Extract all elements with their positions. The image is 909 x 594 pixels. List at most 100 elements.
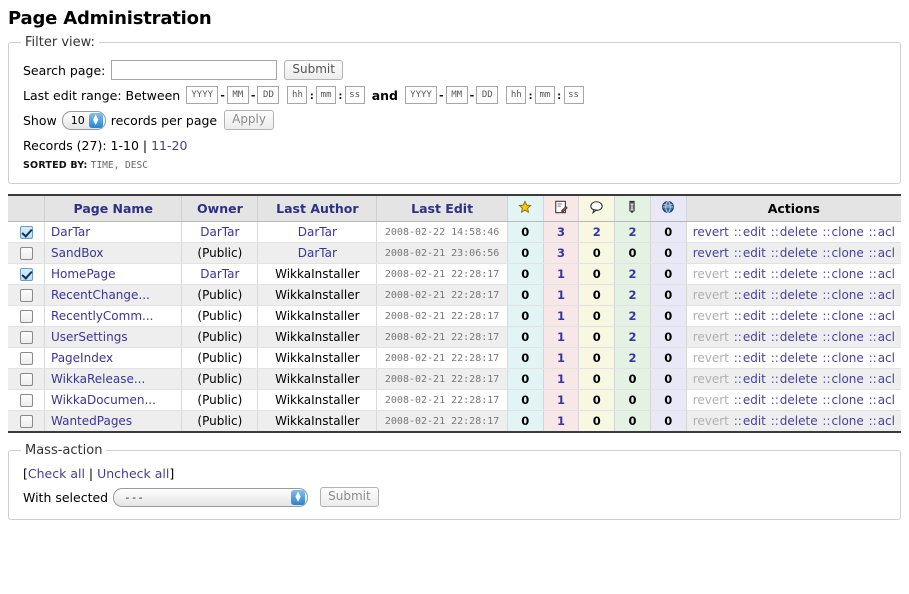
revert-link[interactable]: revert	[693, 246, 729, 260]
delete-link[interactable]: delete	[780, 414, 818, 428]
uncheck-all-link[interactable]: Uncheck all	[97, 466, 169, 481]
page-name-link[interactable]: RecentChange...	[51, 288, 150, 302]
header-owner[interactable]: Owner	[181, 195, 259, 222]
delete-link[interactable]: delete	[780, 393, 818, 407]
range-end-minute-input[interactable]	[534, 86, 555, 104]
delete-link[interactable]: delete	[780, 288, 818, 302]
page-name-link[interactable]: HomePage	[51, 267, 116, 281]
page-name-link[interactable]: WikkaDocumen...	[51, 393, 156, 407]
count-value[interactable]: 3	[557, 225, 565, 239]
edit-link[interactable]: edit	[743, 393, 766, 407]
acl-link[interactable]: acl	[878, 330, 895, 344]
edit-link[interactable]: edit	[743, 267, 766, 281]
clone-link[interactable]: clone	[832, 288, 864, 302]
revert-link[interactable]: revert	[693, 225, 729, 239]
page-name-link[interactable]: DarTar	[51, 225, 90, 239]
row-select-checkbox[interactable]	[19, 310, 33, 323]
range-end-second-input[interactable]	[563, 86, 584, 104]
clone-link[interactable]: clone	[832, 393, 864, 407]
clone-link[interactable]: clone	[832, 414, 864, 428]
range-start-hour-input[interactable]	[287, 86, 308, 104]
clone-link[interactable]: clone	[832, 267, 864, 281]
header-revisions-column[interactable]	[543, 195, 580, 222]
delete-link[interactable]: delete	[780, 225, 818, 239]
count-value[interactable]: 2	[628, 267, 636, 281]
row-select-checkbox[interactable]	[19, 226, 33, 239]
count-value[interactable]: 2	[628, 330, 636, 344]
header-last-author[interactable]: Last Author	[257, 195, 378, 222]
range-start-second-input[interactable]	[344, 86, 365, 104]
header-referrers-column[interactable]	[614, 195, 651, 222]
delete-link[interactable]: delete	[780, 330, 818, 344]
header-page-name[interactable]: Page Name	[44, 195, 183, 222]
clone-link[interactable]: clone	[832, 309, 864, 323]
range-end-year-input[interactable]	[405, 86, 438, 104]
count-value[interactable]: 1	[557, 267, 565, 281]
page-name-link[interactable]: WantedPages	[51, 414, 132, 428]
count-value[interactable]: 2	[628, 351, 636, 365]
range-start-day-input[interactable]	[257, 86, 280, 104]
count-value[interactable]: 2	[593, 225, 601, 239]
apply-button[interactable]: Apply	[224, 110, 274, 130]
check-all-link[interactable]: Check all	[28, 466, 85, 481]
records-page-next-link[interactable]: 11-20	[151, 138, 187, 153]
search-submit-button[interactable]: Submit	[284, 60, 343, 80]
range-start-year-input[interactable]	[186, 86, 219, 104]
acl-link[interactable]: acl	[878, 288, 895, 302]
count-value[interactable]: 1	[557, 330, 565, 344]
range-start-month-input[interactable]	[226, 86, 249, 104]
clone-link[interactable]: clone	[832, 351, 864, 365]
page-name-link[interactable]: SandBox	[51, 246, 104, 260]
row-select-checkbox[interactable]	[19, 352, 33, 365]
acl-link[interactable]: acl	[878, 309, 895, 323]
count-value[interactable]: 1	[557, 309, 565, 323]
owner-value[interactable]: DarTar	[200, 267, 239, 281]
acl-link[interactable]: acl	[878, 414, 895, 428]
row-select-checkbox[interactable]	[19, 331, 33, 344]
page-name-link[interactable]: WikkaRelease...	[51, 372, 145, 386]
mass-action-submit-button[interactable]: Submit	[320, 487, 379, 507]
row-select-checkbox[interactable]	[19, 289, 33, 302]
count-value[interactable]: 3	[557, 246, 565, 260]
acl-link[interactable]: acl	[878, 225, 895, 239]
range-end-month-input[interactable]	[445, 86, 468, 104]
page-name-link[interactable]: PageIndex	[51, 351, 113, 365]
acl-link[interactable]: acl	[878, 267, 895, 281]
header-star-column[interactable]	[507, 195, 544, 222]
count-value[interactable]: 1	[557, 372, 565, 386]
row-select-checkbox[interactable]	[19, 268, 33, 281]
count-value[interactable]: 1	[557, 414, 565, 428]
with-selected-select[interactable]: --- ▲ ▼	[113, 487, 309, 507]
delete-link[interactable]: delete	[780, 267, 818, 281]
range-end-hour-input[interactable]	[506, 86, 527, 104]
row-select-checkbox[interactable]	[19, 415, 33, 428]
clone-link[interactable]: clone	[832, 225, 864, 239]
edit-link[interactable]: edit	[743, 288, 766, 302]
count-value[interactable]: 1	[557, 351, 565, 365]
edit-link[interactable]: edit	[743, 246, 766, 260]
row-select-checkbox[interactable]	[19, 373, 33, 386]
count-value[interactable]: 1	[557, 393, 565, 407]
row-select-checkbox[interactable]	[19, 247, 33, 260]
edit-link[interactable]: edit	[743, 351, 766, 365]
acl-link[interactable]: acl	[878, 372, 895, 386]
acl-link[interactable]: acl	[878, 393, 895, 407]
edit-link[interactable]: edit	[743, 330, 766, 344]
edit-link[interactable]: edit	[743, 372, 766, 386]
acl-link[interactable]: acl	[878, 246, 895, 260]
last-author-value[interactable]: DarTar	[298, 246, 337, 260]
range-end-day-input[interactable]	[476, 86, 499, 104]
search-input[interactable]	[111, 60, 278, 80]
edit-link[interactable]: edit	[743, 414, 766, 428]
last-author-value[interactable]: DarTar	[298, 225, 337, 239]
page-name-link[interactable]: UserSettings	[51, 330, 128, 344]
clone-link[interactable]: clone	[832, 372, 864, 386]
owner-value[interactable]: DarTar	[200, 225, 239, 239]
edit-link[interactable]: edit	[743, 225, 766, 239]
page-name-link[interactable]: RecentlyComm...	[51, 309, 153, 323]
records-per-page-select[interactable]: 10 ▲ ▼	[61, 110, 106, 130]
delete-link[interactable]: delete	[780, 372, 818, 386]
clone-link[interactable]: clone	[832, 246, 864, 260]
clone-link[interactable]: clone	[832, 330, 864, 344]
row-select-checkbox[interactable]	[19, 394, 33, 407]
